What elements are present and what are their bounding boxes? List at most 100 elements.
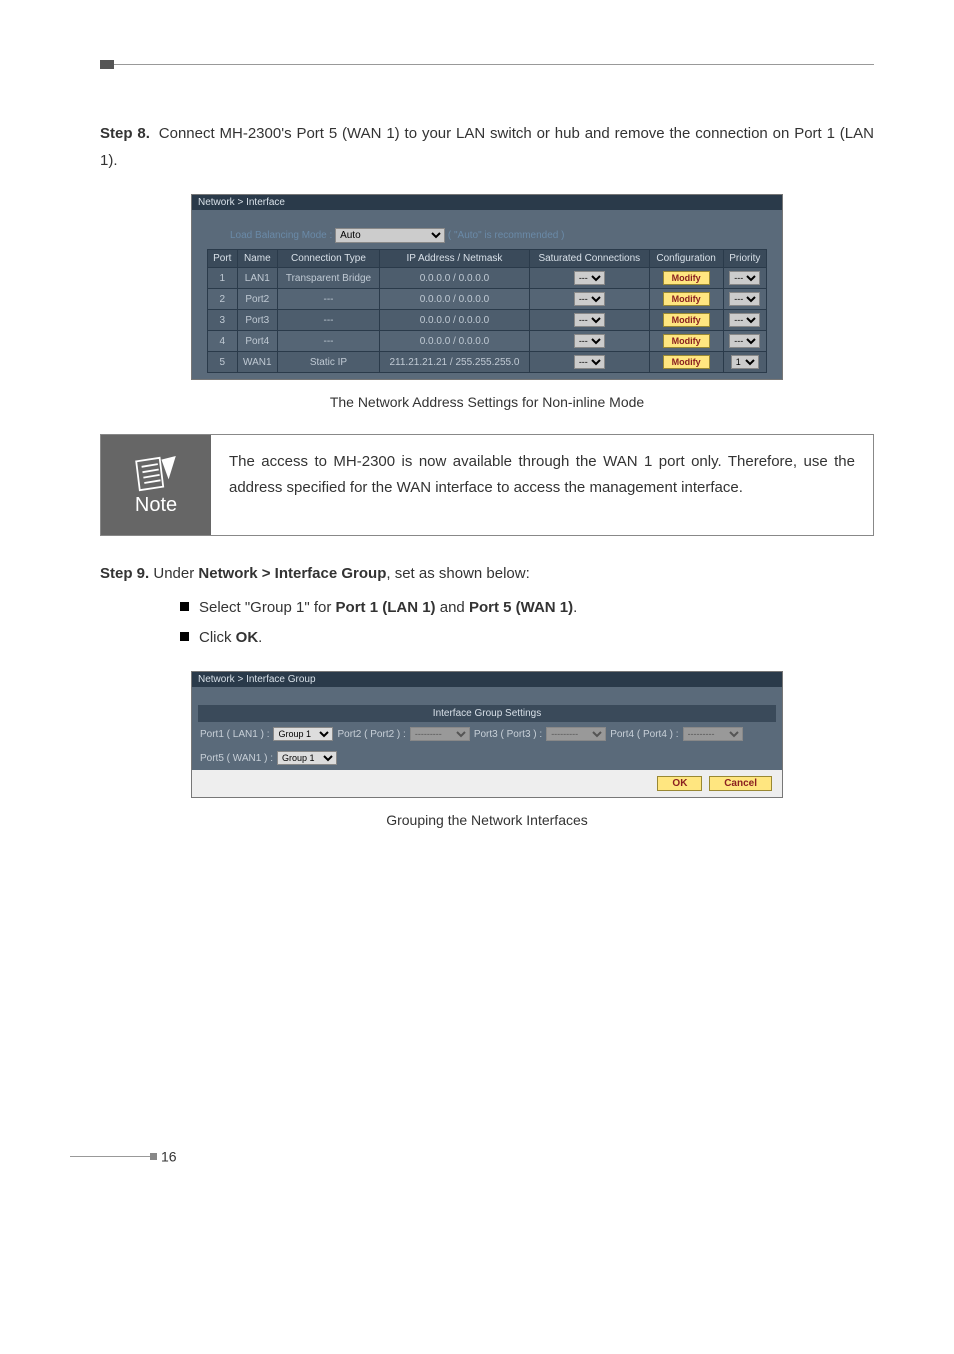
prio-select[interactable]: ---: [729, 271, 760, 285]
note-icon: Note: [101, 435, 211, 535]
modify-button[interactable]: Modify: [663, 313, 710, 327]
sat-select[interactable]: ---: [574, 271, 605, 285]
breadcrumb: Network > Interface Group: [192, 672, 782, 687]
cell-ip: 0.0.0.0 / 0.0.0.0: [379, 289, 529, 310]
cell-prio: ---: [723, 268, 766, 289]
step8-label: Step 8.: [100, 125, 150, 142]
cell-name: WAN1: [237, 352, 278, 373]
sat-select[interactable]: ---: [574, 313, 605, 327]
step8-text: Connect MH-2300's Port 5 (WAN 1) to your…: [100, 125, 874, 169]
interface-table: Port Name Connection Type IP Address / N…: [207, 249, 767, 373]
cell-sat: ---: [530, 268, 650, 289]
cell-port: 1: [208, 268, 238, 289]
cell-ctype: Static IP: [278, 352, 380, 373]
prio-select[interactable]: 1: [731, 355, 759, 369]
cell-name: Port4: [237, 331, 278, 352]
p2-label: Port2 ( Port2 ) :: [337, 729, 405, 740]
modify-button[interactable]: Modify: [663, 334, 710, 348]
lb-mode-select[interactable]: Auto: [335, 228, 445, 243]
breadcrumb: Network > Interface: [192, 195, 782, 210]
cell-ip: 0.0.0.0 / 0.0.0.0: [379, 310, 529, 331]
button-row: OK Cancel: [192, 770, 782, 797]
ig-row-1: Port1 ( LAN1 ) :Group 1 Port2 ( Port2 ) …: [192, 722, 782, 746]
th-ctype: Connection Type: [278, 250, 380, 268]
table-row: 3Port3---0.0.0.0 / 0.0.0.0---Modify---: [208, 310, 767, 331]
cell-ip: 0.0.0.0 / 0.0.0.0: [379, 331, 529, 352]
table-row: 4Port4---0.0.0.0 / 0.0.0.0---Modify---: [208, 331, 767, 352]
load-balancing-row: Load Balancing Mode : Auto ( "Auto" is r…: [192, 210, 782, 247]
th-conf: Configuration: [649, 250, 723, 268]
bullet-icon: [180, 632, 189, 641]
cell-port: 5: [208, 352, 238, 373]
cell-port: 4: [208, 331, 238, 352]
p5-select[interactable]: Group 1: [277, 751, 337, 765]
screenshot-interface-group: Network > Interface Group Interface Grou…: [191, 671, 783, 798]
p5-label: Port5 ( WAN1 ) :: [200, 753, 273, 764]
p3-label: Port3 ( Port3 ) :: [474, 729, 542, 740]
p1-select[interactable]: Group 1: [273, 727, 333, 741]
prio-select[interactable]: ---: [729, 334, 760, 348]
p2-select[interactable]: ---------: [410, 727, 470, 741]
cell-sat: ---: [530, 331, 650, 352]
cell-ip: 211.21.21.21 / 255.255.255.0: [379, 352, 529, 373]
cell-conf: Modify: [649, 331, 723, 352]
cell-ctype: ---: [278, 331, 380, 352]
th-ip: IP Address / Netmask: [379, 250, 529, 268]
cell-prio: 1: [723, 352, 766, 373]
bullet-2: Click OK.: [180, 623, 874, 653]
th-port: Port: [208, 250, 238, 268]
prio-select[interactable]: ---: [729, 292, 760, 306]
table-row: 2Port2---0.0.0.0 / 0.0.0.0---Modify---: [208, 289, 767, 310]
prio-select[interactable]: ---: [729, 313, 760, 327]
modify-button[interactable]: Modify: [663, 271, 710, 285]
bullet-icon: [180, 602, 189, 611]
cell-sat: ---: [530, 352, 650, 373]
cell-prio: ---: [723, 289, 766, 310]
cell-ctype: ---: [278, 289, 380, 310]
screenshot-interface: Network > Interface Load Balancing Mode …: [191, 194, 783, 380]
lb-hint: ( "Auto" is recommended ): [448, 230, 565, 241]
cancel-button[interactable]: Cancel: [709, 776, 772, 791]
step8: Step 8. Connect MH-2300's Port 5 (WAN 1)…: [100, 120, 874, 174]
step9-label: Step 9.: [100, 565, 149, 582]
screenshot2-caption: Grouping the Network Interfaces: [100, 812, 874, 828]
th-name: Name: [237, 250, 278, 268]
lb-label: Load Balancing Mode :: [230, 230, 332, 241]
cell-ip: 0.0.0.0 / 0.0.0.0: [379, 268, 529, 289]
sat-select[interactable]: ---: [574, 292, 605, 306]
footer-tick-icon: [150, 1153, 157, 1160]
note-label: Note: [135, 494, 177, 517]
ig-title: Interface Group Settings: [198, 705, 776, 722]
ok-button[interactable]: OK: [657, 776, 702, 791]
sat-select[interactable]: ---: [574, 334, 605, 348]
cell-conf: Modify: [649, 268, 723, 289]
modify-button[interactable]: Modify: [663, 355, 710, 369]
step9-suffix: , set as shown below:: [386, 565, 529, 582]
page-number: 16: [161, 1149, 177, 1165]
cell-prio: ---: [723, 331, 766, 352]
note-box: Note The access to MH-2300 is now availa…: [100, 434, 874, 536]
p4-label: Port4 ( Port4 ) :: [610, 729, 678, 740]
cell-prio: ---: [723, 310, 766, 331]
cell-sat: ---: [530, 289, 650, 310]
th-prio: Priority: [723, 250, 766, 268]
note-text: The access to MH-2300 is now available t…: [211, 435, 873, 535]
footer-rule: [70, 1156, 150, 1157]
table-row: 1LAN1Transparent Bridge0.0.0.0 / 0.0.0.0…: [208, 268, 767, 289]
cell-conf: Modify: [649, 289, 723, 310]
p3-select[interactable]: ---------: [546, 727, 606, 741]
cell-sat: ---: [530, 310, 650, 331]
p4-select[interactable]: ---------: [683, 727, 743, 741]
footer: 16: [100, 1148, 874, 1165]
sat-select[interactable]: ---: [574, 355, 605, 369]
header-rule: [100, 60, 120, 75]
step9: Step 9. Under Network > Interface Group,…: [100, 560, 874, 587]
cell-conf: Modify: [649, 352, 723, 373]
cell-conf: Modify: [649, 310, 723, 331]
cell-ctype: ---: [278, 310, 380, 331]
cell-port: 3: [208, 310, 238, 331]
cell-name: Port2: [237, 289, 278, 310]
ig-row-2: Port5 ( WAN1 ) : Group 1: [192, 746, 782, 770]
screenshot1-caption: The Network Address Settings for Non-inl…: [100, 394, 874, 410]
modify-button[interactable]: Modify: [663, 292, 710, 306]
